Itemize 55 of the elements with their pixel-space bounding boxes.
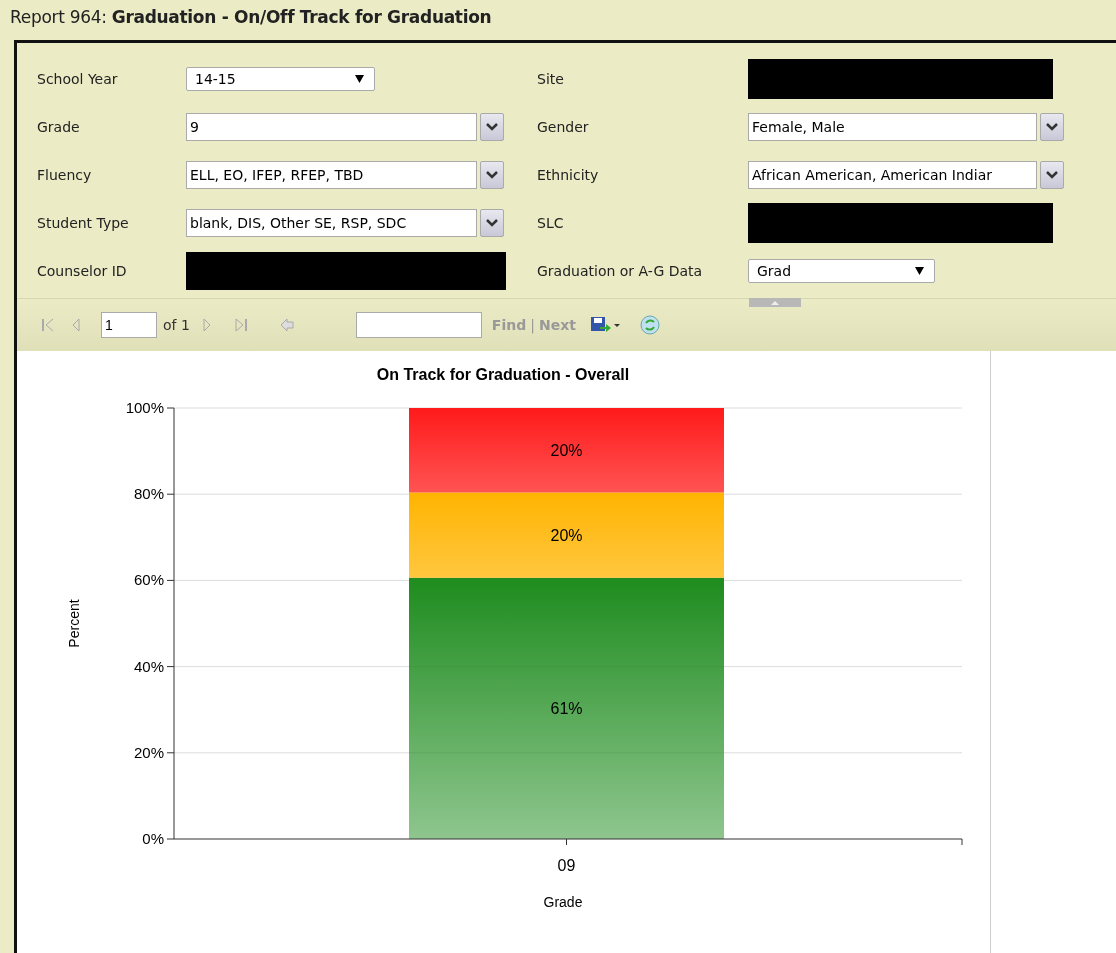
field-label: Counselor ID <box>37 263 128 279</box>
data-label: 61% <box>550 700 583 718</box>
dropdown[interactable]: Grad <box>748 259 935 283</box>
chevron-down-icon <box>1046 123 1058 131</box>
field-label: Gender <box>537 119 590 135</box>
data-label: 20% <box>550 442 583 460</box>
previous-page-icon[interactable] <box>71 318 81 332</box>
multi-select-field[interactable]: African American, American Indiar <box>748 161 1037 189</box>
field-label: Ethnicity <box>537 167 600 183</box>
chevron-down-icon <box>486 171 498 179</box>
dropdown-button[interactable] <box>480 209 504 237</box>
link-separator: | <box>530 317 535 333</box>
next-page-icon[interactable] <box>201 318 212 332</box>
category-label: 09 <box>557 857 576 874</box>
caret-icon <box>355 75 364 83</box>
axis-tick-label: 80% <box>133 485 164 503</box>
chart-title: On Track for Graduation - Overall <box>376 366 630 383</box>
page-number-field[interactable]: 1 <box>101 312 157 338</box>
dropdown-button[interactable] <box>1040 161 1064 189</box>
chevron-down-icon <box>1046 171 1058 179</box>
axis-tick-label: 100% <box>125 399 164 416</box>
dropdown-button[interactable] <box>480 113 504 141</box>
field-label: School Year <box>37 71 119 87</box>
data-label: 20% <box>550 527 583 545</box>
collapse-handle[interactable] <box>749 298 801 307</box>
multi-select-field[interactable]: blank, DIS, Other SE, RSP, SDC <box>186 209 477 237</box>
dropdown-button[interactable] <box>480 161 504 189</box>
multi-select-field[interactable]: Female, Male <box>748 113 1037 141</box>
axis-title: Grade <box>543 894 583 910</box>
dropdown[interactable]: 14-15 <box>186 67 375 91</box>
field-label: Site <box>537 71 565 87</box>
multi-select-field[interactable]: 9 <box>186 113 477 141</box>
axis-tick-label: 0% <box>142 830 164 847</box>
field-label: Student Type <box>37 215 130 231</box>
first-page-icon[interactable] <box>41 318 55 332</box>
refresh-icon[interactable] <box>639 315 660 335</box>
chevron-down-icon <box>486 123 498 131</box>
axis-tick-label: 60% <box>133 571 164 589</box>
last-page-icon[interactable] <box>233 318 248 332</box>
multi-select-field[interactable]: ELL, EO, IFEP, RFEP, TBD <box>186 161 477 189</box>
axis-title: Percent <box>66 599 82 648</box>
field-label: Graduation or A-G Data <box>537 263 704 279</box>
axis-tick-label: 40% <box>133 657 164 675</box>
back-icon[interactable] <box>279 318 294 332</box>
dropdown-button[interactable] <box>1040 113 1064 141</box>
field-label: Grade <box>37 119 81 135</box>
field-label: SLC <box>537 215 565 231</box>
report-title: Report 964: Graduation - On/Off Track for Graduation <box>9 6 493 29</box>
chevron-down-icon <box>486 219 498 227</box>
axis-tick-label: 20% <box>133 743 164 761</box>
page-count: of 1 <box>163 317 190 333</box>
save-icon[interactable] <box>589 316 620 334</box>
find-field[interactable] <box>355 312 482 338</box>
caret-icon <box>915 267 924 275</box>
field-label: Fluency <box>37 167 93 183</box>
